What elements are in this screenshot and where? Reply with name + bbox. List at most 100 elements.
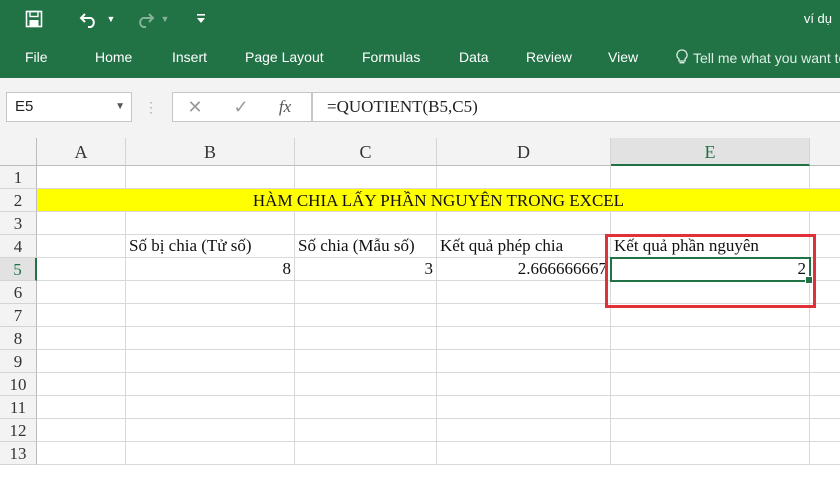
grid-cell[interactable] bbox=[437, 281, 611, 304]
banner-title[interactable]: HÀM CHIA LẤY PHẦN NGUYÊN TRONG EXCEL bbox=[37, 189, 840, 212]
row-header-4[interactable]: 4 bbox=[0, 235, 37, 258]
grid-cell[interactable] bbox=[437, 442, 611, 465]
column-header-c[interactable]: C bbox=[295, 138, 437, 166]
enter-icon[interactable]: ✓ bbox=[228, 92, 254, 122]
grid-cell[interactable] bbox=[37, 235, 126, 258]
tab-review[interactable]: Review bbox=[526, 38, 572, 78]
grid-cell[interactable] bbox=[437, 373, 611, 396]
cell-c4[interactable]: Số chia (Mẫu số) bbox=[295, 235, 437, 258]
grid-cell[interactable] bbox=[126, 396, 295, 419]
grid-cell[interactable] bbox=[810, 442, 840, 465]
grid-cell[interactable] bbox=[126, 327, 295, 350]
grid-cell[interactable] bbox=[611, 442, 810, 465]
grid-cell[interactable] bbox=[611, 304, 810, 327]
cell-b5[interactable]: 8 bbox=[126, 258, 295, 281]
grid-cell[interactable] bbox=[611, 166, 810, 189]
save-icon[interactable] bbox=[20, 0, 48, 38]
grid-cell[interactable] bbox=[810, 258, 840, 281]
grid-cell[interactable] bbox=[810, 396, 840, 419]
grid-cell[interactable] bbox=[437, 350, 611, 373]
grid-cell[interactable] bbox=[37, 304, 126, 327]
grid-cell[interactable] bbox=[295, 396, 437, 419]
formula-input[interactable]: =QUOTIENT(B5,C5) bbox=[312, 92, 840, 122]
row-header-10[interactable]: 10 bbox=[0, 373, 37, 396]
active-cell-selection[interactable] bbox=[610, 257, 813, 284]
grid-cell[interactable] bbox=[126, 304, 295, 327]
cell-d5[interactable]: 2.666666667 bbox=[437, 258, 611, 281]
grid-cell[interactable] bbox=[126, 281, 295, 304]
insert-function-icon[interactable]: fx bbox=[272, 92, 298, 122]
grid-cell[interactable] bbox=[810, 419, 840, 442]
grid-cell[interactable] bbox=[37, 212, 126, 235]
grid-cell[interactable] bbox=[810, 304, 840, 327]
tell-me-box[interactable]: Tell me what you want to do bbox=[676, 38, 840, 78]
grid-cell[interactable] bbox=[437, 327, 611, 350]
row-header-3[interactable]: 3 bbox=[0, 212, 37, 235]
row-header-2[interactable]: 2 bbox=[0, 189, 37, 212]
grid-cell[interactable] bbox=[295, 350, 437, 373]
redo-icon[interactable] bbox=[132, 0, 158, 38]
grid-cell[interactable] bbox=[37, 258, 126, 281]
column-header-b[interactable]: B bbox=[126, 138, 295, 166]
grid-cell[interactable] bbox=[37, 350, 126, 373]
grid-cell[interactable] bbox=[437, 166, 611, 189]
row-header-12[interactable]: 12 bbox=[0, 419, 37, 442]
row-header-13[interactable]: 13 bbox=[0, 442, 37, 465]
grid-cell[interactable] bbox=[611, 419, 810, 442]
row-header-6[interactable]: 6 bbox=[0, 281, 37, 304]
tab-view[interactable]: View bbox=[608, 38, 638, 78]
cell-e4[interactable]: Kết quả phần nguyên bbox=[611, 235, 810, 258]
grid-cell[interactable] bbox=[126, 166, 295, 189]
grid-cell[interactable] bbox=[295, 281, 437, 304]
grid-cell[interactable] bbox=[37, 396, 126, 419]
tab-home[interactable]: Home bbox=[95, 38, 132, 78]
cell-c5[interactable]: 3 bbox=[295, 258, 437, 281]
column-header-a[interactable]: A bbox=[37, 138, 126, 166]
row-header-1[interactable]: 1 bbox=[0, 166, 37, 189]
grid-cell[interactable] bbox=[37, 419, 126, 442]
grid-cell[interactable] bbox=[437, 304, 611, 327]
grid-cell[interactable] bbox=[810, 373, 840, 396]
fill-handle[interactable] bbox=[805, 276, 813, 284]
grid-cell[interactable] bbox=[126, 212, 295, 235]
grid-cell[interactable] bbox=[37, 166, 126, 189]
grid-cell[interactable] bbox=[810, 350, 840, 373]
grid-cell[interactable] bbox=[437, 212, 611, 235]
customize-icon[interactable] bbox=[192, 0, 210, 38]
tab-formulas[interactable]: Formulas bbox=[362, 38, 420, 78]
grid-cell[interactable] bbox=[37, 442, 126, 465]
tab-data[interactable]: Data bbox=[459, 38, 489, 78]
grid-cell[interactable] bbox=[611, 327, 810, 350]
grid-cell[interactable] bbox=[295, 304, 437, 327]
redo-dropdown-icon[interactable]: ▼ bbox=[158, 0, 172, 38]
grid-cell[interactable] bbox=[295, 212, 437, 235]
grid-cell[interactable] bbox=[810, 166, 840, 189]
tab-insert[interactable]: Insert bbox=[172, 38, 207, 78]
chevron-down-icon[interactable]: ▼ bbox=[115, 93, 125, 121]
grid-cell[interactable] bbox=[611, 373, 810, 396]
column-header-d[interactable]: D bbox=[437, 138, 611, 166]
tab-file[interactable]: File bbox=[25, 38, 48, 78]
grid-cell[interactable] bbox=[37, 327, 126, 350]
cell-b4[interactable]: Số bị chia (Tử số) bbox=[126, 235, 295, 258]
grid-cell[interactable] bbox=[437, 419, 611, 442]
cell-d4[interactable]: Kết quả phép chia bbox=[437, 235, 611, 258]
row-header-11[interactable]: 11 bbox=[0, 396, 37, 419]
grid-cell[interactable] bbox=[611, 281, 810, 304]
grid-cell[interactable] bbox=[810, 235, 840, 258]
grid-cell[interactable] bbox=[37, 281, 126, 304]
row-header-7[interactable]: 7 bbox=[0, 304, 37, 327]
cancel-icon[interactable]: ✕ bbox=[182, 92, 208, 122]
undo-icon[interactable] bbox=[76, 0, 102, 38]
grid-cell[interactable] bbox=[295, 373, 437, 396]
grid-cell[interactable] bbox=[295, 442, 437, 465]
grid-cell[interactable] bbox=[126, 350, 295, 373]
row-header-9[interactable]: 9 bbox=[0, 350, 37, 373]
grid-cell[interactable] bbox=[437, 396, 611, 419]
grid-cell[interactable] bbox=[126, 419, 295, 442]
grid-cell[interactable] bbox=[126, 373, 295, 396]
name-box[interactable]: E5 ▼ bbox=[6, 92, 132, 122]
grid-cell[interactable] bbox=[611, 396, 810, 419]
grid-cell[interactable] bbox=[810, 212, 840, 235]
grid-cell[interactable] bbox=[295, 419, 437, 442]
